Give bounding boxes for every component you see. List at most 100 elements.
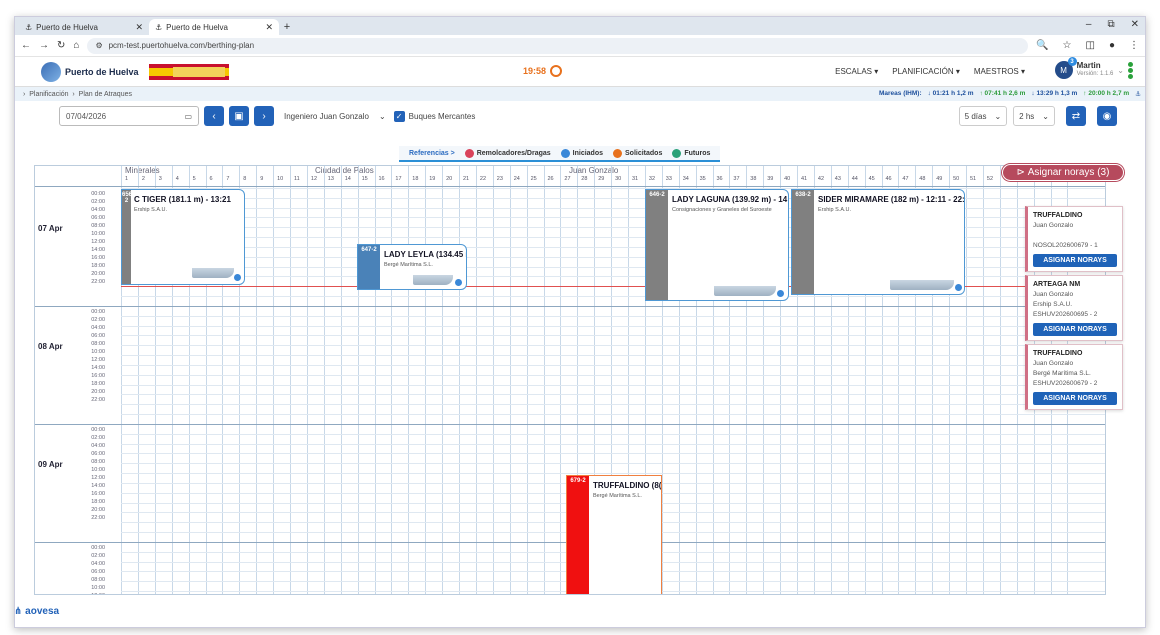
hour-labels: 00:0002:0004:0006:0008:0010:0012:0014:00… bbox=[91, 309, 105, 403]
close-window-icon[interactable]: ✕ bbox=[1131, 19, 1139, 30]
status-dots-icon[interactable] bbox=[1128, 61, 1133, 79]
zoom-icon[interactable]: 🔍 bbox=[1036, 40, 1048, 51]
home-icon[interactable]: ⌂ bbox=[73, 40, 79, 51]
card-agent: Bergé Marítima S.L. bbox=[1033, 370, 1091, 377]
legend-references[interactable]: Referencias > bbox=[409, 150, 455, 157]
favicon-icon: ⚓ bbox=[155, 22, 163, 32]
day-label: 09 Apr bbox=[38, 460, 63, 469]
assign-norays-card-button[interactable]: ASIGNAR NORAYS bbox=[1033, 323, 1117, 336]
user-menu[interactable]: M3 Martin Versión: 1.1.6 ⌄ bbox=[1054, 57, 1133, 79]
menu-icon[interactable]: ⋮ bbox=[1129, 40, 1139, 51]
card-ship-name: TRUFFALDINO bbox=[1033, 350, 1083, 357]
grid-column-line bbox=[492, 166, 494, 594]
bollard-number: 15 bbox=[361, 176, 368, 182]
berthing-grid[interactable]: Minerales Ciudad de Palos Juan Gonzalo 1… bbox=[34, 165, 1106, 595]
status-dot-icon bbox=[454, 278, 463, 287]
new-tab-button[interactable]: + bbox=[279, 19, 295, 35]
close-icon[interactable]: ✕ bbox=[265, 22, 273, 33]
bollard-number: 38 bbox=[750, 176, 757, 182]
grid-column-line bbox=[526, 166, 528, 594]
url-text: pcm-test.puertohuelva.com/berthing-plan bbox=[108, 41, 255, 50]
breadcrumb-item: Plan de Atraques bbox=[78, 90, 132, 98]
bollard-number: 32 bbox=[648, 176, 656, 182]
minimize-icon[interactable]: – bbox=[1086, 19, 1092, 30]
merchant-ships-checkbox[interactable]: ✓ Buques Mercantes bbox=[393, 110, 475, 122]
legend-item: Remolcadores/Dragas bbox=[464, 148, 551, 158]
menu-escalas[interactable]: ESCALAS ▾ bbox=[835, 67, 878, 76]
tug-icon bbox=[464, 148, 474, 158]
bollard-number: 23 bbox=[496, 176, 503, 182]
clock-time: 19:58 bbox=[523, 66, 547, 76]
day-separator bbox=[35, 424, 1105, 425]
extensions-icon[interactable]: ◫ bbox=[1086, 40, 1095, 51]
bollard-number: 34 bbox=[682, 176, 689, 182]
bollard-number: 33 bbox=[665, 176, 672, 182]
site-info-icon[interactable]: ⚙ bbox=[95, 41, 102, 50]
legend-item: Solicitados bbox=[613, 148, 662, 158]
assign-card: TRUFFALDINO Juan Gonzalo Bergé Marítima … bbox=[1025, 344, 1123, 410]
next-button[interactable]: › bbox=[254, 106, 274, 126]
plan-toolbar: 07/04/2026 ▭ ‹ ▣ › Ingeniero Juan Gonzalo… bbox=[15, 101, 1145, 131]
chevron-down-icon[interactable]: ⌄ bbox=[1117, 66, 1124, 75]
avatar[interactable]: M3 bbox=[1054, 57, 1077, 79]
forward-icon[interactable]: → bbox=[39, 40, 49, 51]
card-berth: Juan Gonzalo bbox=[1033, 360, 1074, 367]
ship-code: 646-2 bbox=[646, 190, 668, 300]
back-icon[interactable]: ← bbox=[21, 40, 31, 51]
close-icon[interactable]: ✕ bbox=[135, 22, 143, 33]
calendar-icon[interactable]: ▭ bbox=[184, 112, 192, 121]
breadcrumb-item[interactable]: Planificación bbox=[29, 91, 68, 98]
bollard-number: 18 bbox=[412, 176, 419, 182]
bollard-number: 43 bbox=[834, 176, 841, 182]
assign-panel: TRUFFALDINO Juan Gonzalo NOSOL202600679 … bbox=[1025, 178, 1123, 413]
day-separator bbox=[35, 186, 1105, 187]
profile-icon[interactable]: ● bbox=[1109, 40, 1115, 51]
menu-planificacion[interactable]: PLANIFICACIÓN ▾ bbox=[892, 67, 960, 76]
compass-button[interactable]: ◉ bbox=[1097, 106, 1117, 126]
today-button[interactable]: ▣ bbox=[229, 106, 249, 126]
prev-button[interactable]: ‹ bbox=[204, 106, 224, 126]
grid-column-line bbox=[442, 166, 444, 594]
url-input[interactable]: ⚙ pcm-test.puertohuelva.com/berthing-plan bbox=[87, 37, 1029, 54]
swap-button[interactable]: ⇄ bbox=[1066, 106, 1086, 126]
card-ship-name: ARTEAGA NM bbox=[1033, 281, 1081, 288]
brand-logo[interactable]: Puerto de Huelva bbox=[41, 61, 229, 82]
ship-block[interactable]: 679-2 TRUFFALDINO (8( Bergé Marítima S.L… bbox=[566, 475, 662, 594]
grid-column-line bbox=[256, 166, 258, 594]
assign-norays-card-button[interactable]: ASIGNAR NORAYS bbox=[1033, 254, 1117, 267]
restore-icon[interactable]: ⧉ bbox=[1107, 19, 1114, 30]
ship-block[interactable]: 646-2 LADY LAGUNA (139.92 m) - 14 Consig… bbox=[645, 189, 789, 301]
ship-block[interactable]: 638-2 SIDER MIRAMARE (182 m) - 12:11 - 2… bbox=[791, 189, 965, 295]
chevron-down-icon: ⌄ bbox=[1042, 111, 1049, 121]
bollard-number: 51 bbox=[970, 176, 977, 182]
status-dot-icon bbox=[233, 273, 242, 282]
assign-norays-card-button[interactable]: ASIGNAR NORAYS bbox=[1033, 392, 1117, 405]
user-name: Martin bbox=[1076, 61, 1101, 70]
bollard-number: 7 bbox=[226, 176, 230, 182]
government-logo bbox=[148, 63, 229, 80]
browser-tab[interactable]: ⚓ Puerto de Huelva ✕ bbox=[19, 19, 149, 35]
ship-block[interactable]: 656-2 C TIGER (181.1 m) - 13:21 Ership S… bbox=[121, 189, 245, 285]
days-select[interactable]: 5 días ⌄ bbox=[958, 106, 1008, 126]
card-ref: ESHUV202600695 - 2 bbox=[1033, 311, 1098, 318]
bollard-number: 5 bbox=[192, 176, 196, 182]
bollard-number: 36 bbox=[716, 176, 723, 182]
card-berth: Juan Gonzalo bbox=[1033, 291, 1074, 298]
star-icon[interactable]: ☆ bbox=[1063, 40, 1072, 51]
berth-select[interactable]: Ingeniero Juan Gonzalo ⌄ bbox=[284, 106, 386, 126]
tide-entry: ↑ 20:00 h 2,7 m bbox=[1083, 90, 1130, 97]
window-controls: – ⧉ ✕ bbox=[1086, 19, 1139, 30]
grid-column-line bbox=[509, 166, 511, 594]
card-ref: ESHUV202600679 - 2 bbox=[1033, 380, 1098, 387]
ship-block[interactable]: 647-2 LADY LEYLA (134.45 r Bergé Marítim… bbox=[357, 244, 467, 290]
menu-maestros[interactable]: MAESTROS ▾ bbox=[974, 67, 1025, 76]
hours-select[interactable]: 2 hs ⌄ bbox=[1013, 106, 1055, 126]
reload-icon[interactable]: ↻ bbox=[57, 40, 65, 51]
grid-column-line bbox=[999, 166, 1001, 594]
grid-row-line bbox=[121, 345, 1105, 347]
bollard-number: 42 bbox=[817, 176, 825, 182]
date-input[interactable]: 07/04/2026 ▭ bbox=[59, 106, 199, 126]
bollard-number: 22 bbox=[479, 176, 487, 182]
main-menu: ESCALAS ▾ PLANIFICACIÓN ▾ MAESTROS ▾ bbox=[835, 67, 1025, 76]
browser-tab-active[interactable]: ⚓ Puerto de Huelva ✕ bbox=[149, 19, 279, 35]
